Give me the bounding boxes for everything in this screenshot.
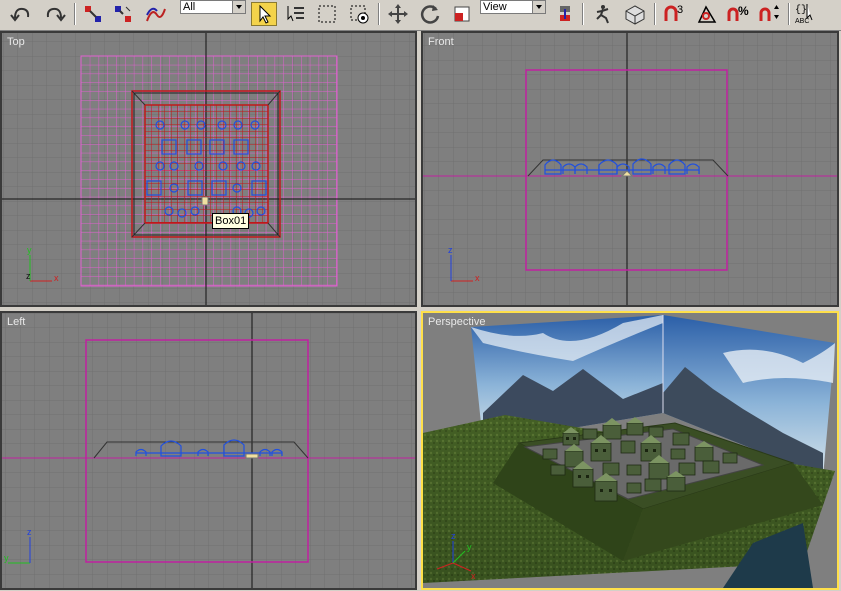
selection-filter-dropdown[interactable]: All bbox=[180, 0, 246, 14]
viewport-label-left[interactable]: Left bbox=[7, 316, 25, 328]
angle-snap-button[interactable] bbox=[692, 2, 722, 26]
viewport-label-front[interactable]: Front bbox=[428, 36, 454, 48]
selection-filter-value: All bbox=[183, 1, 196, 13]
named-selection-icon: {} ABC bbox=[795, 4, 813, 25]
select-by-name-button[interactable] bbox=[282, 2, 308, 26]
separator bbox=[74, 3, 76, 25]
manipulate-button[interactable] bbox=[588, 2, 616, 26]
axis-z-label: z bbox=[27, 527, 32, 537]
redo-button[interactable] bbox=[40, 2, 70, 26]
axis-x-label: x bbox=[54, 273, 59, 283]
percent-label: % bbox=[738, 4, 749, 18]
bind-spacewarp-button[interactable] bbox=[142, 2, 170, 26]
left-viewport-canvas: y z bbox=[2, 313, 415, 588]
axis-y-label: y bbox=[4, 553, 9, 563]
angle-snap-icon bbox=[697, 5, 717, 23]
axis-x-label: x bbox=[475, 273, 480, 283]
svg-text:{}: {} bbox=[795, 4, 807, 16]
select-link-button[interactable] bbox=[80, 2, 106, 26]
redo-icon bbox=[46, 7, 66, 22]
separator bbox=[788, 3, 790, 25]
select-link-icon bbox=[85, 6, 101, 22]
chevron-down-icon bbox=[532, 1, 545, 13]
snap-label: 3 bbox=[677, 4, 683, 16]
reference-coordinate-value: View bbox=[483, 1, 507, 13]
viewport-perspective[interactable]: z y x Perspective bbox=[421, 311, 839, 590]
front-viewport-canvas: x z bbox=[423, 33, 837, 305]
separator bbox=[654, 3, 656, 25]
keyboard-shortcut-icon bbox=[625, 5, 645, 25]
move-icon bbox=[388, 4, 408, 24]
viewport-label-perspective[interactable]: Perspective bbox=[428, 316, 485, 328]
percent-snap-button[interactable]: % bbox=[724, 2, 754, 26]
top-viewport-canvas: x y z bbox=[2, 33, 415, 305]
axis-z-label: z bbox=[448, 245, 453, 255]
snap-3d-icon: 3 bbox=[664, 4, 683, 21]
select-by-name-icon bbox=[287, 6, 304, 22]
abc-label: ABC bbox=[795, 18, 809, 25]
move-button[interactable] bbox=[384, 2, 412, 26]
spinner-snap-button[interactable] bbox=[756, 2, 786, 26]
separator bbox=[582, 3, 584, 25]
viewport-left[interactable]: y z Left bbox=[0, 311, 417, 590]
window-crossing-icon bbox=[350, 5, 369, 24]
spinner-snap-icon bbox=[759, 5, 779, 21]
viewport-front[interactable]: x z Front bbox=[421, 31, 839, 307]
manipulate-icon bbox=[596, 5, 609, 24]
perspective-viewport-canvas: z y x bbox=[423, 313, 837, 588]
viewport-top[interactable]: x y z Top Box01 bbox=[0, 31, 417, 307]
rotate-icon bbox=[420, 5, 440, 24]
rectangular-selection-button[interactable] bbox=[314, 2, 340, 26]
undo-icon bbox=[10, 7, 30, 22]
axis-x-label: x bbox=[471, 571, 476, 581]
select-object-icon bbox=[259, 4, 272, 24]
undo-button[interactable] bbox=[6, 2, 36, 26]
percent-snap-icon: % bbox=[727, 4, 749, 21]
reference-coordinate-dropdown[interactable]: View bbox=[480, 0, 546, 14]
axis-y-label: y bbox=[467, 542, 472, 552]
bind-spacewarp-icon bbox=[146, 7, 166, 22]
select-object-button[interactable] bbox=[251, 2, 277, 26]
named-selection-button[interactable]: {} ABC bbox=[792, 2, 822, 26]
window-crossing-button[interactable] bbox=[346, 2, 372, 26]
pivot-center-button[interactable] bbox=[552, 2, 578, 26]
snap-3d-button[interactable]: 3 bbox=[660, 2, 690, 26]
axis-y-label: y bbox=[27, 245, 32, 255]
axis-z-label: z bbox=[451, 531, 456, 541]
chevron-down-icon bbox=[232, 1, 245, 13]
main-toolbar: All View 3 % {} ABC bbox=[0, 0, 841, 31]
unlink-button[interactable] bbox=[110, 2, 136, 26]
viewport-label-top[interactable]: Top bbox=[7, 36, 25, 48]
rotate-button[interactable] bbox=[416, 2, 444, 26]
pivot-center-icon bbox=[560, 6, 570, 21]
object-tooltip: Box01 bbox=[212, 213, 250, 229]
separator bbox=[378, 3, 380, 25]
unlink-icon bbox=[115, 6, 131, 22]
rectangular-selection-icon bbox=[318, 5, 336, 23]
axis-z-label: z bbox=[26, 271, 31, 281]
keyboard-shortcut-button[interactable] bbox=[620, 2, 650, 26]
scale-button[interactable] bbox=[448, 2, 476, 26]
scale-icon bbox=[454, 6, 470, 22]
